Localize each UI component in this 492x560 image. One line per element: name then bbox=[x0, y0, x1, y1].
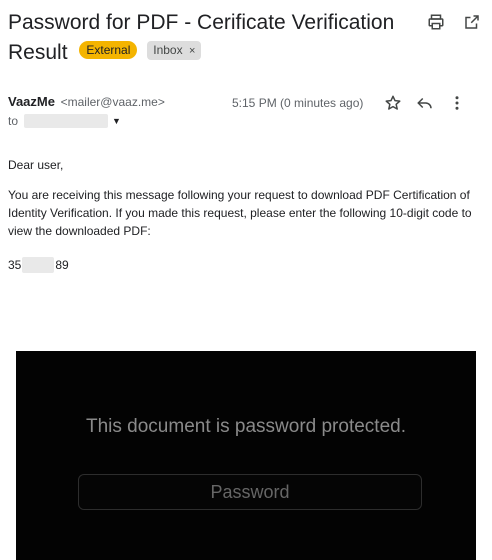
email-body: Dear user, You are receiving this messag… bbox=[8, 156, 478, 274]
more-vert-icon[interactable] bbox=[448, 94, 466, 112]
code-suffix: 89 bbox=[55, 258, 69, 272]
remove-label-icon[interactable]: × bbox=[189, 45, 195, 57]
message-actions bbox=[384, 94, 466, 112]
password-input[interactable]: Password bbox=[78, 474, 422, 510]
body-paragraph: You are receiving this message following… bbox=[8, 188, 472, 238]
code-prefix: 35 bbox=[8, 258, 22, 272]
inbox-label[interactable]: Inbox × bbox=[147, 40, 202, 60]
subject-text: Password for PDF - Cerificate Verificati… bbox=[8, 11, 395, 64]
redacted-code bbox=[22, 257, 55, 273]
reply-icon[interactable] bbox=[416, 94, 434, 112]
inbox-label-text: Inbox bbox=[153, 42, 183, 57]
print-icon[interactable] bbox=[426, 12, 446, 32]
sender-email: <mailer@vaaz.me> bbox=[60, 95, 165, 109]
password-protected-message: This document is password protected. bbox=[86, 416, 406, 437]
sender-info: VaazMe <mailer@vaaz.me> bbox=[8, 94, 165, 109]
message-time: 5:15 PM (0 minutes ago) bbox=[232, 96, 364, 110]
greeting: Dear user, bbox=[8, 158, 64, 172]
external-label: External bbox=[79, 41, 138, 60]
subject-actions bbox=[426, 12, 482, 32]
dropdown-caret-icon[interactable]: ▼ bbox=[112, 116, 121, 126]
star-icon[interactable] bbox=[384, 94, 402, 112]
open-in-new-window-icon[interactable] bbox=[462, 12, 482, 32]
redacted-recipient bbox=[24, 114, 109, 128]
to-prefix: to bbox=[8, 114, 19, 128]
sender-name[interactable]: VaazMe bbox=[8, 94, 55, 109]
email-subject: Password for PDF - Cerificate Verificati… bbox=[8, 8, 428, 68]
pdf-password-panel: This document is password protected. Pas… bbox=[16, 351, 476, 560]
verification-code: 35 89 bbox=[8, 256, 478, 274]
recipient-row: to ▼ bbox=[8, 114, 121, 128]
